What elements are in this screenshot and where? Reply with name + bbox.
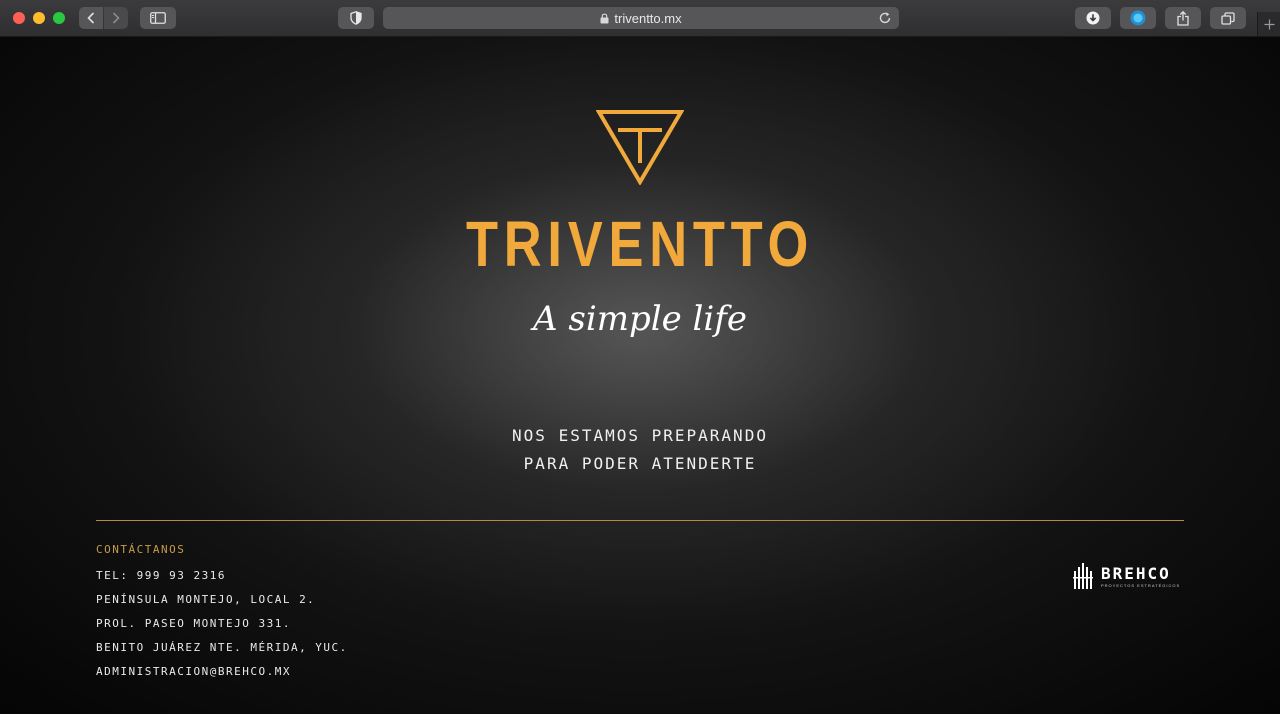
url-text: triventto.mx [614,10,682,26]
sidebar-toggle-button[interactable] [140,7,176,29]
tabs-icon [1221,11,1235,25]
address-bar[interactable]: triventto.mx [383,7,899,29]
extension-button[interactable] [1120,7,1156,29]
divider [96,520,1184,521]
maximize-window-button[interactable] [53,12,65,24]
message-line-1: NOS ESTAMOS PREPARANDO [512,426,768,445]
share-icon [1177,10,1189,26]
coming-soon-message: NOS ESTAMOS PREPARANDO PARA PODER ATENDE… [0,422,1280,478]
new-tab-button[interactable] [1257,12,1280,36]
contact-heading: CONTÁCTANOS [96,543,186,556]
contact-address-line-1: PENÍNSULA MONTEJO, LOCAL 2. [96,593,316,606]
shield-icon [350,11,362,25]
brand-title: TRIVENTTO [465,208,815,280]
brehco-name: BREHCO [1101,563,1171,583]
contact-section: CONTÁCTANOS TEL: 999 93 2316 PENÍNSULA M… [96,540,348,684]
lock-icon [600,13,609,23]
back-chevron-icon [87,12,95,24]
browser-window: triventto.mx TRIVENTTO A simple life NOS… [0,0,1280,714]
back-button[interactable] [79,7,103,29]
landing-page: TRIVENTTO A simple life NOS ESTAMOS PREP… [0,37,1280,714]
privacy-report-button[interactable] [338,7,374,29]
browser-toolbar: triventto.mx [0,0,1280,37]
close-window-button[interactable] [13,12,25,24]
forward-chevron-icon [112,12,120,24]
sidebar-icon [150,12,166,24]
reload-icon[interactable] [878,11,892,25]
tagline: A simple life [533,299,747,339]
downloads-button[interactable] [1075,7,1111,29]
extension-icon [1130,10,1146,26]
minimize-window-button[interactable] [33,12,45,24]
brehco-logo[interactable]: BREHCO PROYECTOS ESTRATÉGICOS [1073,563,1180,589]
forward-button[interactable] [104,7,128,29]
contact-address-line-2: PROL. PASEO MONTEJO 331. [96,617,291,630]
triventto-logo-icon [596,110,684,185]
share-button[interactable] [1165,7,1201,29]
download-icon [1086,11,1100,25]
contact-address-line-3: BENITO JUÁREZ NTE. MÉRIDA, YUC. [96,641,348,654]
brehco-subtitle: PROYECTOS ESTRATÉGICOS [1101,582,1181,588]
tab-overview-button[interactable] [1210,7,1246,29]
message-line-2: PARA PODER ATENDERTE [523,454,757,473]
plus-icon [1264,19,1275,29]
contact-email-link[interactable]: ADMINISTRACION@BREHCO.MX [96,660,348,684]
contact-phone: TEL: 999 93 2316 [96,569,226,582]
brehco-mark-icon [1073,563,1093,589]
